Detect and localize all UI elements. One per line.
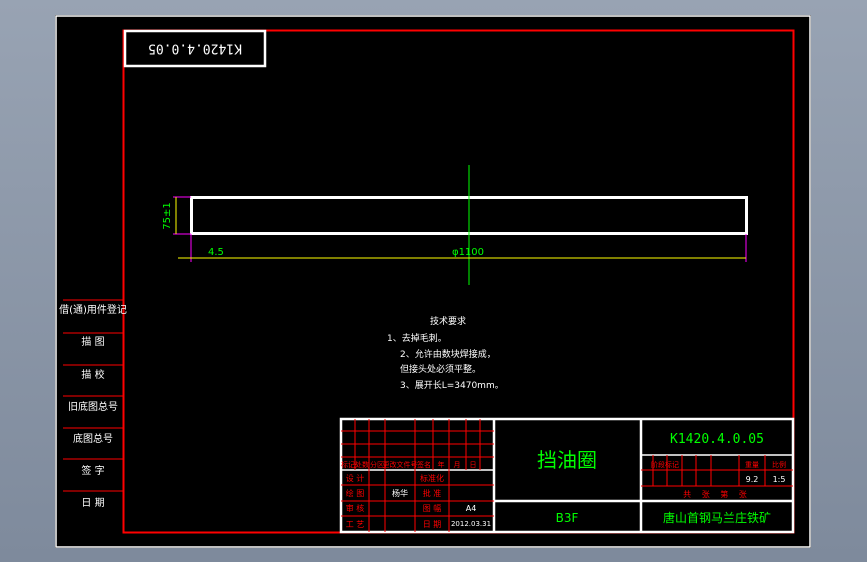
drawing-date: 2012.03.31 [451,520,491,528]
rev-col-day: 日 [470,461,477,469]
label-check: 审 核 [346,503,365,513]
label-sheet-size: 图 幅 [423,503,442,513]
side-binding-table [63,299,123,492]
tech-requirement-2b: 但接头处必须平整。 [400,363,481,375]
dimension-thickness: 75±1 [162,202,173,229]
stamp-text: K1420.4.0.05 [148,41,242,56]
cad-viewport[interactable]: K1420.4.0.05 借(通)用件登记 描 图 描 校 旧底图总号 底图总号… [0,0,867,562]
scale-value: 1:5 [773,475,786,484]
drawing-code: K1420.4.0.05 [670,432,764,447]
tech-requirement-1: 1、去掉毛刺。 [387,332,447,344]
side-label-base: 底图总号 [73,432,113,445]
rev-col-count: 处数 [355,460,369,469]
label-stage-mark: 阶段标记 [651,460,679,469]
rev-col-sign: 签名 [417,460,431,469]
label-weight: 重量 [745,461,759,469]
dimension-wall: 4.5 [208,247,224,258]
rev-col-year: 年 [438,460,445,469]
dimension-diameter: φ1100 [452,247,484,258]
label-process: 工 艺 [346,520,365,529]
weight-value: 9.2 [746,475,759,484]
drawing-sheet[interactable]: K1420.4.0.05 借(通)用件登记 描 图 描 校 旧底图总号 底图总号… [55,15,811,548]
rev-col-mark: 标记 [341,460,355,469]
side-label-old-base: 旧底图总号 [68,400,118,413]
rev-col-month: 月 [454,461,461,469]
drawing-canvas: K1420.4.0.05 借(通)用件登记 描 图 描 校 旧底图总号 底图总号… [55,15,811,548]
tech-requirements-title: 技术要求 [430,315,466,327]
label-scale: 比例 [772,460,786,469]
sheet-size: A4 [466,504,477,513]
rev-col-doc: 更改文件号 [383,460,418,469]
label-approve: 批 准 [423,488,442,498]
part-name: 挡油圈 [537,448,597,472]
drawer-name: 杨华 [392,488,408,498]
label-standard: 标准化 [420,473,444,483]
label-sheets: 共 张 第 张 [683,489,751,499]
side-label-date: 日 期 [81,497,104,509]
label-date: 日 期 [423,520,442,529]
side-label-borrow: 借(通)用件登记 [59,303,127,316]
label-draw: 绘 图 [346,488,365,498]
material: B3F [556,511,579,525]
tech-requirement-2: 2、允许由数块焊接成， [400,348,496,360]
label-design: 设 计 [346,473,365,483]
tech-requirement-3: 3、展开长L=3470mm。 [400,379,504,391]
side-label-trace-check: 描 校 [81,368,104,381]
company-name: 唐山首钢马兰庄铁矿 [663,510,771,525]
side-label-trace: 描 图 [81,335,104,348]
side-label-sign: 签 字 [81,464,104,477]
